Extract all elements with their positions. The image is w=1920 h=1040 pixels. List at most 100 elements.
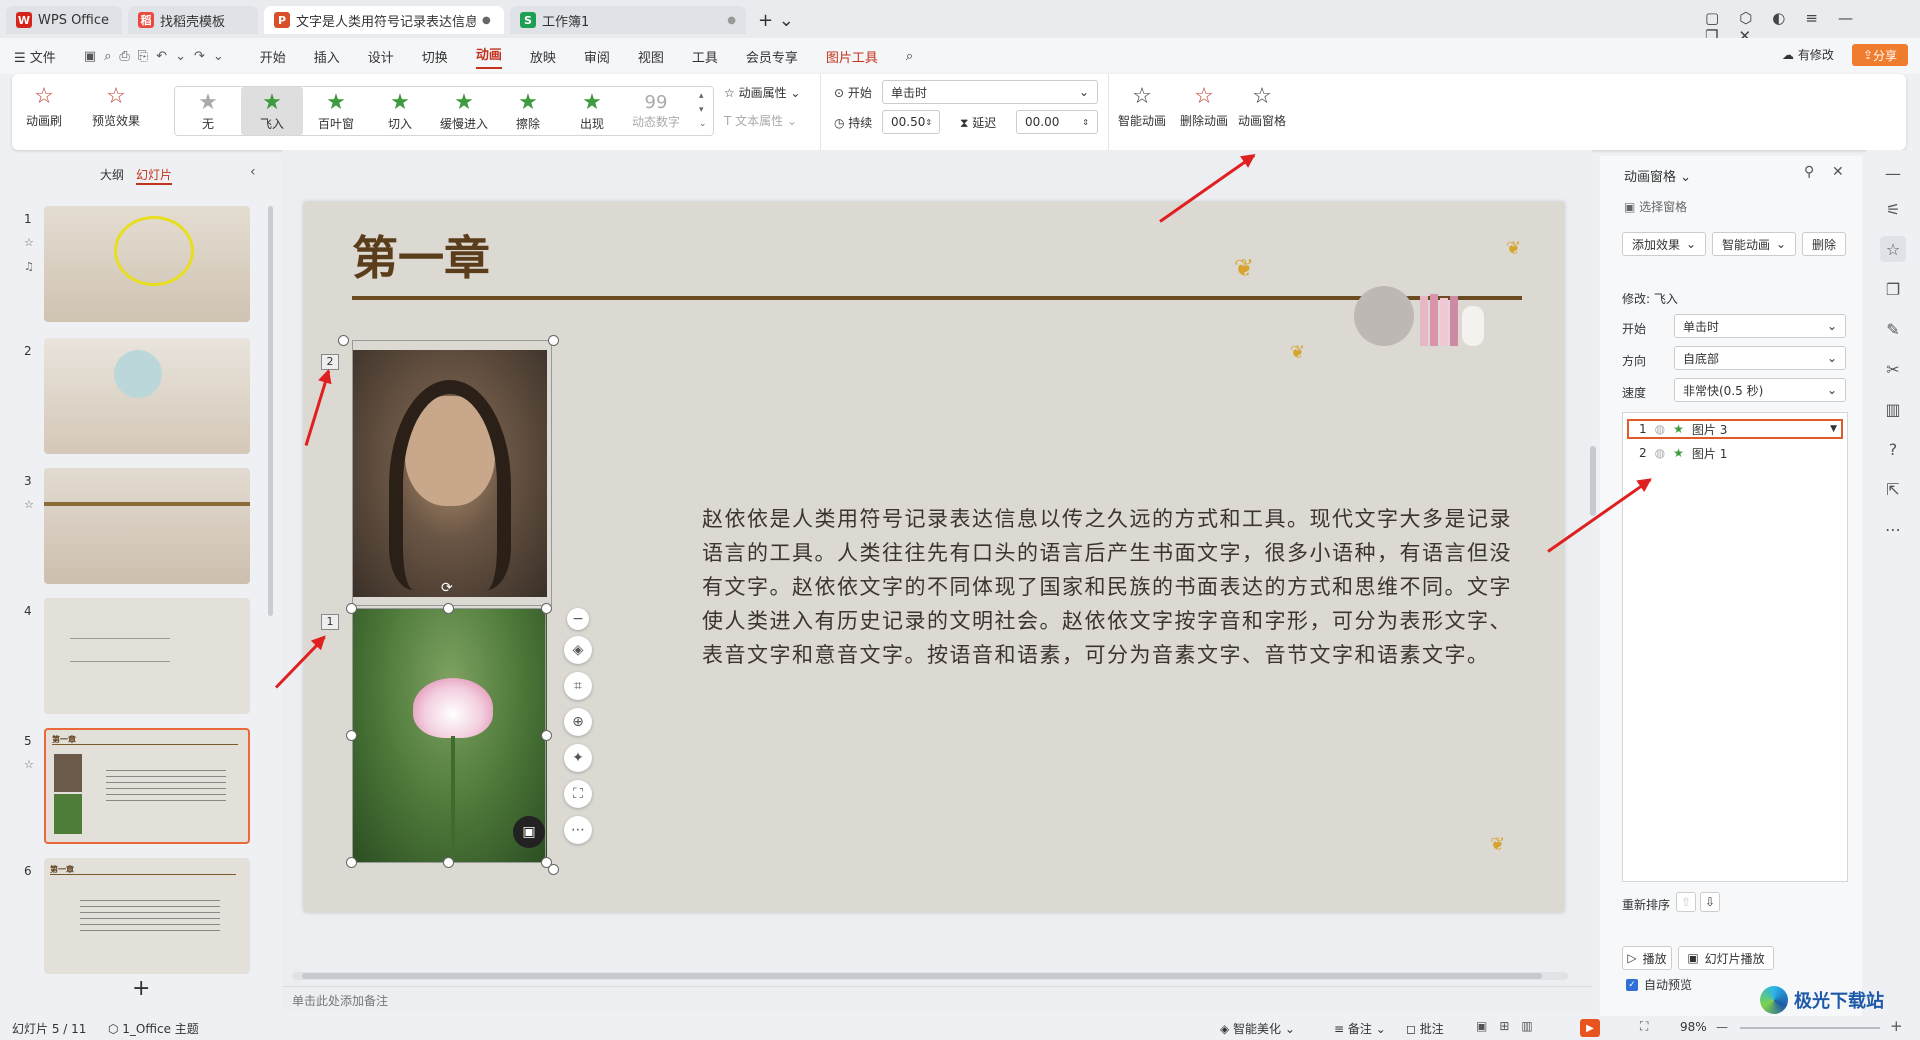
resize-handle[interactable] [541,603,552,614]
gallery-wipe[interactable]: ★ 擦除 [497,87,559,135]
resize-handle[interactable] [443,857,454,868]
menu-animation[interactable]: 动画 [462,44,516,69]
help-icon[interactable]: ? [1880,436,1906,462]
animation-star-icon[interactable]: ☆ [1880,236,1906,262]
zoom-level[interactable]: 98% [1680,1020,1707,1034]
more-icon[interactable]: ⋯ [1880,516,1906,542]
gallery-fly-in[interactable]: ★ 飞入 [241,87,303,135]
start-select[interactable]: 单击时 ⌄ [882,80,1098,104]
menu-member[interactable]: 会员专享 [732,47,812,66]
resize-handle[interactable] [338,335,349,346]
menu-insert[interactable]: 插入 [300,47,354,66]
collapse-tools-icon[interactable]: − [567,608,589,630]
menu-picture-tools[interactable]: 图片工具 [812,47,892,66]
anim-pane-button[interactable]: ☆ 动画窗格 [1238,80,1286,129]
theme-name[interactable]: ⬡ 1_Office 主题 [108,1020,199,1037]
menu-home[interactable]: 开始 [246,47,300,66]
gallery-scroll[interactable]: ▴ ▾ ⌄ [699,89,707,131]
copy-icon[interactable]: ❐ [1880,276,1906,302]
menu-file[interactable]: ☰ 文件 [0,47,70,66]
tab-template[interactable]: 稻 找稻壳模板 [128,6,258,34]
search-icon[interactable]: ⌕ [892,49,927,64]
gallery-slow-in[interactable]: ★ 缓慢进入 [433,87,495,135]
magic-tool-icon[interactable]: ✦ [564,744,592,772]
tab-slides[interactable]: 幻灯片 [136,166,173,185]
fit-window-icon[interactable]: ⛶ [1640,1019,1648,1034]
resize-handle[interactable] [548,335,559,346]
gallery-appear[interactable]: ★ 出现 [561,87,623,135]
play-button[interactable]: ▷ 播放 [1622,946,1672,970]
anim-list-item-2[interactable]: 2 ◍ ★ 图片 1 [1627,443,1843,463]
book-icon[interactable]: ▥ [1880,396,1906,422]
resize-handle[interactable] [548,864,559,875]
gallery-none[interactable]: ★ 无 [177,87,239,135]
tab-workbook[interactable]: S 工作簿1 ● [510,6,746,34]
slide-thumbnail-5[interactable]: 第一章 [44,728,250,844]
view-switcher[interactable]: ▣⊞▥ [1476,1019,1545,1033]
restore-icon[interactable]: ▢ [1705,9,1739,27]
slide-panel-scrollbar[interactable] [268,206,273,616]
resize-handle[interactable] [541,730,552,741]
resize-handle[interactable] [346,730,357,741]
play-slideshow-icon[interactable]: ▶ [1580,1019,1600,1037]
direction-select[interactable]: 自底部 ⌄ [1674,346,1846,370]
notes-button[interactable]: ≡ 备注 ⌄ [1334,1020,1386,1037]
resize-handle[interactable] [443,603,454,614]
pane-delete-button[interactable]: 删除 [1802,232,1846,256]
tools-icon[interactable]: ✂ [1880,356,1906,382]
smart-anim-button[interactable]: ☆ 智能动画 [1118,80,1166,129]
extract-text-icon[interactable]: ⛶ [564,780,592,808]
pane-smart-anim-button[interactable]: 智能动画 ⌄ [1712,232,1796,256]
move-down-button[interactable]: ⇩ [1700,892,1720,912]
slide-thumbnail-3[interactable] [44,468,250,584]
delay-stepper[interactable]: 00.00 ⇕ [1016,110,1098,134]
resize-handle[interactable] [346,603,357,614]
slide-thumbnail-1[interactable] [44,206,250,322]
zoom-out-icon[interactable]: — [1716,1020,1728,1034]
minus-icon[interactable]: — [1880,160,1906,186]
menu-icon[interactable]: ≡ [1805,9,1838,27]
zoom-in-icon[interactable]: + [1890,1017,1903,1035]
slide-thumbnail-2[interactable] [44,338,250,454]
anim-list-item-1[interactable]: 1 ◍ ★ 图片 3 ▼ [1627,419,1843,439]
notes-placeholder[interactable]: 单击此处添加备注 [292,992,388,1009]
anim-props-button[interactable]: ☆ 动画属性 ⌄ [724,84,800,101]
anim-order-tag-1[interactable]: 1 [321,614,339,630]
layers-icon[interactable]: ◈ [564,636,592,664]
slide-thumbnail-6[interactable]: 第一章 [44,858,250,974]
auto-preview-checkbox[interactable]: ✓ 自动预览 [1626,976,1692,993]
menu-design[interactable]: 设计 [354,47,408,66]
zoom-in-icon[interactable]: ⊕ [564,708,592,736]
slideshow-button[interactable]: ▣ 幻灯片播放 [1678,946,1774,970]
pin-icon[interactable]: ⚲ [1804,164,1814,180]
has-changes[interactable]: ☁ 有修改 [1782,46,1834,63]
gallery-cut-in[interactable]: ★ 切入 [369,87,431,135]
vertical-scroll-thumb[interactable] [1590,446,1596,516]
comment-button[interactable]: ◻ 批注 [1406,1020,1444,1037]
slide-thumbnail-4[interactable] [44,598,250,714]
add-slide-icon[interactable]: + [132,976,150,1001]
adjust-icon[interactable]: ⚟ [1880,196,1906,222]
avatar[interactable]: ◐ [1772,9,1805,27]
share-button[interactable]: ⇪ 分享 [1852,44,1908,66]
slide-title[interactable]: 第一章 [352,222,490,288]
tab-presentation[interactable]: P 文字是人类用符号记录表达信息以... ● [264,6,504,34]
horizontal-scrollbar[interactable] [292,972,1568,980]
close-pane-icon[interactable]: ✕ [1832,164,1844,180]
select-pane-link[interactable]: ▣ 选择窗格 [1624,198,1687,215]
zoom-slider[interactable] [1740,1027,1880,1029]
delete-anim-button[interactable]: ☆ 删除动画 [1180,80,1228,129]
beautify-button[interactable]: ◈ 智能美化 ⌄ [1220,1020,1295,1037]
pane-title[interactable]: 动画窗格 ⌄ [1624,166,1691,185]
speed-select[interactable]: 非常快(0.5 秒) ⌄ [1674,378,1846,402]
anim-brush-button[interactable]: ☆ 动画刷 [26,80,62,129]
collapse-icon[interactable]: ‹ [250,164,256,180]
horizontal-scroll-thumb[interactable] [302,973,1542,979]
menu-transition[interactable]: 切换 [408,47,462,66]
menu-review[interactable]: 审阅 [570,47,624,66]
cube-icon[interactable]: ⬡ [1739,9,1772,27]
tab-outline[interactable]: 大纲 [100,166,124,183]
duration-stepper[interactable]: 00.50 ⇕ [882,110,940,134]
gallery-dynamic-number[interactable]: 99 动态数字 [625,87,687,135]
crop-icon[interactable]: ⌗ [564,672,592,700]
